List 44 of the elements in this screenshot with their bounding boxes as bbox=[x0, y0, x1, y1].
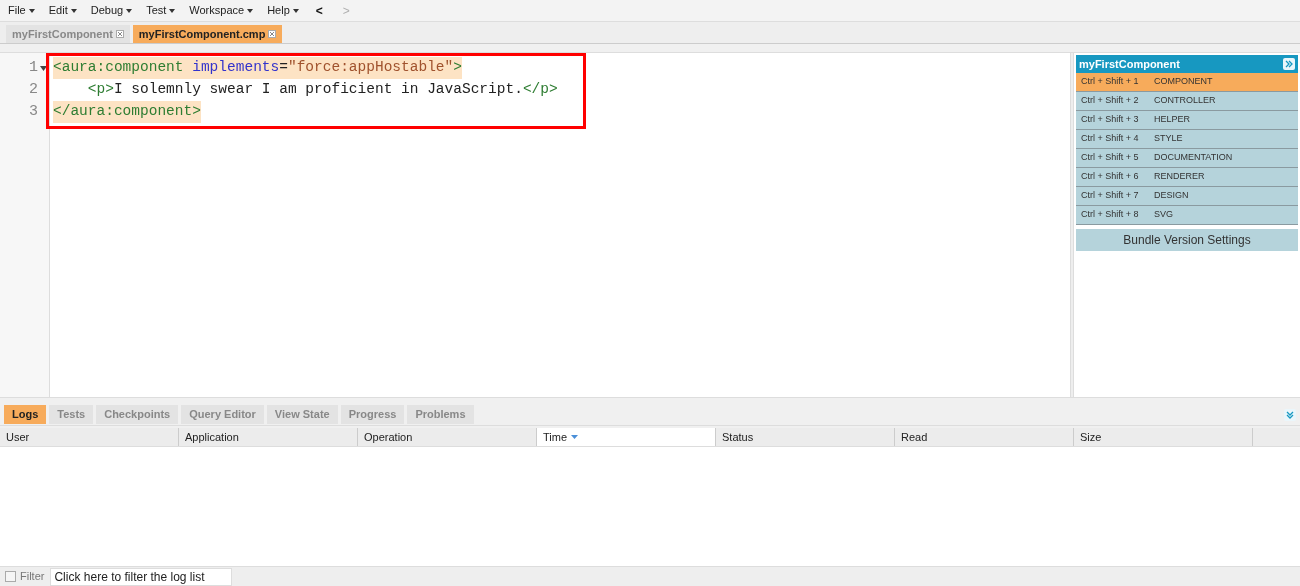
double-chevron-icon[interactable] bbox=[1283, 58, 1295, 70]
column-header[interactable]: Read bbox=[895, 428, 1074, 446]
menu-item[interactable]: Help bbox=[267, 2, 299, 19]
filter-field[interactable]: Click here to filter the log list bbox=[50, 567, 233, 586]
bundle-item[interactable]: Ctrl + Shift + 7 DESIGN bbox=[1076, 187, 1298, 206]
menu-item[interactable]: Debug bbox=[90, 2, 133, 19]
fold-arrow-icon[interactable] bbox=[40, 65, 47, 71]
filter-checkbox[interactable] bbox=[5, 571, 16, 582]
sort-arrow-icon bbox=[571, 435, 579, 439]
nav-button[interactable]: < bbox=[312, 1, 326, 20]
column-header[interactable]: Status bbox=[716, 428, 895, 446]
bundle-item[interactable]: Ctrl + Shift + 2 CONTROLLER bbox=[1076, 92, 1298, 111]
column-header[interactable]: Size bbox=[1074, 428, 1253, 446]
bundle-settings-button[interactable]: Bundle Version Settings bbox=[1076, 229, 1298, 251]
bundle-item[interactable]: Ctrl + Shift + 8 SVG bbox=[1076, 206, 1298, 225]
column-header[interactable]: User bbox=[0, 428, 179, 446]
caret-icon bbox=[169, 8, 176, 13]
code-line: <p>I solemnly swear I am proficient in JavaScript.</p> bbox=[87, 80, 558, 100]
menu-item[interactable]: Edit bbox=[48, 2, 77, 19]
line-number: 1 bbox=[29, 57, 38, 78]
caret-icon bbox=[126, 8, 133, 13]
editor-tab[interactable]: myFirstComponent.cmp bbox=[132, 25, 283, 43]
bundle-item[interactable]: Ctrl + Shift + 5 DOCUMENTATION bbox=[1076, 149, 1298, 168]
close-icon[interactable] bbox=[115, 30, 124, 38]
caret-icon bbox=[247, 8, 254, 13]
menu-item[interactable]: Test bbox=[146, 2, 176, 19]
close-icon[interactable] bbox=[268, 30, 277, 38]
panel-header: myFirstComponent bbox=[1076, 55, 1298, 73]
menu-item[interactable]: Workspace bbox=[189, 2, 254, 19]
column-header[interactable]: Time bbox=[537, 428, 716, 446]
bundle-item[interactable]: Ctrl + Shift + 1 COMPONENT bbox=[1076, 73, 1298, 92]
panel-tab[interactable]: Logs bbox=[4, 405, 47, 424]
filter-label: Filter bbox=[20, 569, 45, 585]
caret-icon bbox=[292, 8, 299, 13]
bundle-item[interactable]: Ctrl + Shift + 4 STYLE bbox=[1076, 130, 1298, 149]
caret-icon bbox=[70, 8, 77, 13]
bundle-item[interactable]: Ctrl + Shift + 6 RENDERER bbox=[1076, 168, 1298, 187]
bundle-item[interactable]: Ctrl + Shift + 3 HELPER bbox=[1076, 111, 1298, 130]
line-number: 3 bbox=[29, 101, 38, 122]
line-number: 2 bbox=[29, 79, 38, 100]
caret-icon bbox=[28, 8, 35, 13]
menu-item[interactable]: File bbox=[8, 2, 35, 19]
column-header[interactable]: Application bbox=[179, 428, 358, 446]
collapse-icon[interactable] bbox=[1284, 408, 1296, 421]
